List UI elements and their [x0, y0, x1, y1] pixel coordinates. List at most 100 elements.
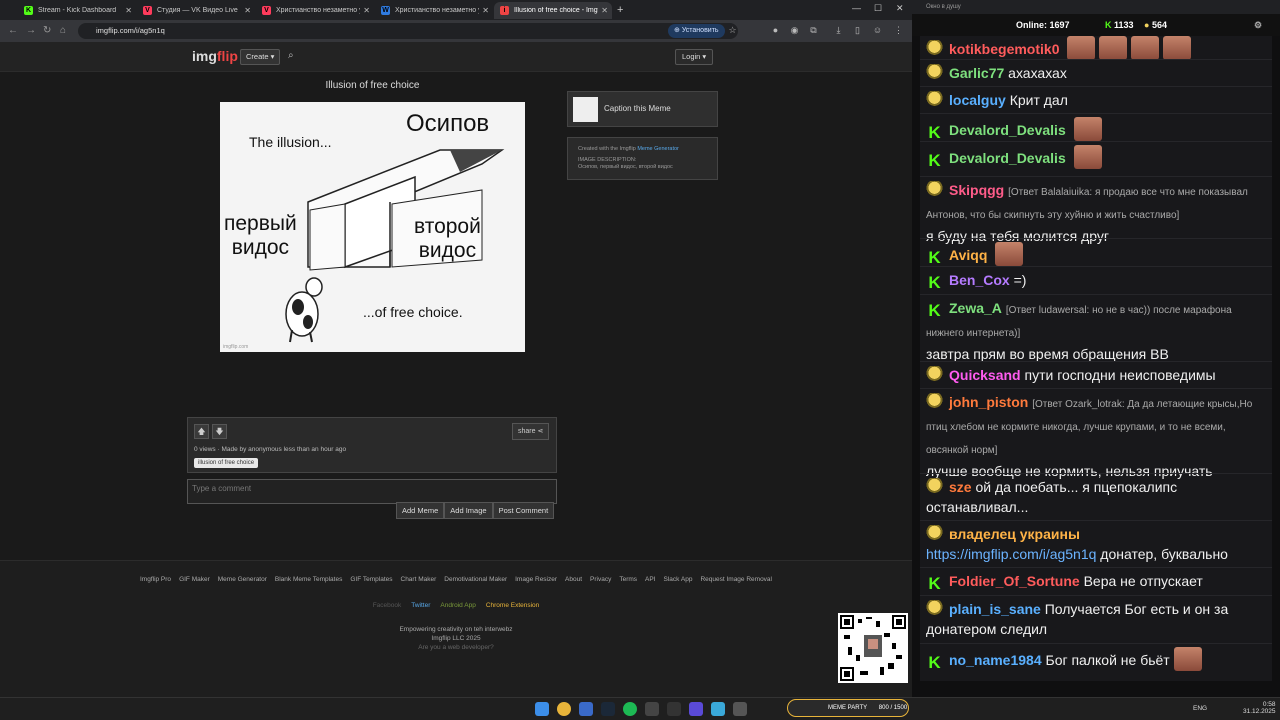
chrome-icon[interactable] — [557, 702, 571, 716]
imgflip-logo[interactable]: imgflip — [192, 48, 238, 64]
minimize-button[interactable]: — — [852, 3, 861, 13]
app-icon[interactable] — [689, 702, 703, 716]
tab-close-icon[interactable]: ✕ — [363, 6, 370, 15]
home-icon[interactable]: ⌂ — [60, 25, 66, 36]
chat-username[interactable]: Devalord_Devalis — [949, 150, 1066, 166]
chat-username[interactable]: plain_is_sane — [949, 601, 1041, 617]
footer-link[interactable]: Privacy — [590, 576, 611, 583]
tab-close-icon[interactable]: ✕ — [125, 6, 132, 15]
obs-icon[interactable] — [645, 702, 659, 716]
chat-username[interactable]: kotikbegemotik0 — [949, 41, 1059, 57]
chat-username[interactable]: no_name1984 — [949, 652, 1042, 668]
tab-close-icon[interactable]: ✕ — [244, 6, 251, 15]
app-icon[interactable] — [733, 702, 747, 716]
meme-generator-link[interactable]: Meme Generator — [637, 146, 679, 152]
chat-username[interactable]: sze — [949, 479, 972, 495]
menu-icon[interactable]: ⋮ — [893, 25, 904, 36]
login-button[interactable]: Login ▾ — [675, 49, 714, 65]
clock[interactable]: 0:58 31.12.2025 — [1243, 701, 1276, 715]
chat-username[interactable]: Zewa_A — [949, 300, 1002, 316]
reload-icon[interactable]: ↻ — [43, 25, 51, 36]
tab-1[interactable]: V Студия — VK Видео Live ✕ — [137, 2, 255, 19]
chat-username[interactable]: localguy — [949, 92, 1006, 108]
downvote-icon[interactable]: 🡇 — [212, 424, 227, 439]
emote-icon — [1067, 36, 1096, 60]
bookmark-star-icon[interactable]: ☆ — [727, 25, 738, 36]
extensions-puzzle-icon[interactable]: ⧉ — [808, 25, 819, 36]
footer-link[interactable]: Terms — [619, 576, 637, 583]
comment-action-button[interactable]: Add Image — [444, 502, 493, 519]
extension-icon[interactable]: ◉ — [789, 25, 800, 36]
tab-2[interactable]: V Христианство незаметно уходит✕ — [256, 2, 374, 19]
discord-icon[interactable] — [579, 702, 593, 716]
url-input[interactable]: imgflip.com/i/ag5n1q — [78, 23, 738, 39]
install-app-button[interactable]: ⊕ Установить — [668, 24, 725, 38]
language-indicator[interactable]: ENG — [1193, 705, 1207, 712]
meme-image[interactable]: The illusion... Осипов первый видос втор… — [220, 102, 525, 352]
footer-link[interactable]: Imgflip Pro — [140, 576, 171, 583]
back-icon[interactable]: ← — [8, 25, 18, 36]
footer-link[interactable]: About — [565, 576, 582, 583]
search-icon[interactable]: ⌕ — [288, 50, 294, 61]
dev-link[interactable]: Are you a web developer? — [0, 643, 912, 652]
chat-username[interactable]: Aviqq — [949, 247, 987, 263]
chat-username[interactable]: Skipqgg — [949, 182, 1004, 198]
view-meta: 0 views · Made by anonymous less than an… — [194, 446, 347, 453]
chat-link[interactable]: https://imgflip.com/i/ag5n1q — [926, 546, 1096, 562]
chat-username[interactable]: Garlic77 — [949, 65, 1004, 81]
footer-link[interactable]: Request Image Removal — [700, 576, 772, 583]
social-link[interactable]: Chrome Extension — [486, 602, 539, 609]
footer-link[interactable]: API — [645, 576, 655, 583]
chat-username[interactable]: Foldier_Of_Sortune — [949, 573, 1080, 589]
close-window-button[interactable]: ✕ — [896, 3, 904, 14]
share-button[interactable]: share ⋖ — [512, 423, 550, 440]
forward-icon[interactable]: → — [26, 25, 36, 36]
comment-action-button[interactable]: Post Comment — [492, 502, 555, 519]
new-tab-button[interactable]: + — [617, 4, 623, 16]
comment-action-button[interactable]: Add Meme — [396, 502, 445, 519]
image-description-label: IMAGE DESCRIPTION: — [578, 157, 637, 163]
footer-link[interactable]: Image Resizer — [515, 576, 557, 583]
chat-window-title: Окно в душу — [912, 0, 1280, 14]
app-icon[interactable] — [667, 702, 681, 716]
coin-icon: ● — [1144, 20, 1150, 30]
tab-close-icon[interactable]: ✕ — [601, 6, 608, 15]
footer-link[interactable]: Blank Meme Templates — [275, 576, 342, 583]
maximize-button[interactable]: ☐ — [874, 3, 882, 14]
download-icon[interactable]: ⤓ — [833, 25, 844, 36]
chat-username[interactable]: владелец украины — [949, 526, 1080, 542]
spotify-icon[interactable] — [623, 702, 637, 716]
steam-icon[interactable] — [601, 702, 615, 716]
address-bar: ← → ↻ ⌂ imgflip.com/i/ag5n1q ⊕ Установит… — [0, 20, 912, 42]
extension-icon[interactable]: ● — [770, 25, 781, 36]
chat-username[interactable]: Ben_Cox — [949, 272, 1010, 288]
footer-link[interactable]: GIF Templates — [350, 576, 392, 583]
profile-icon[interactable]: ☺ — [872, 25, 883, 36]
app-icon[interactable] — [711, 702, 725, 716]
start-icon[interactable] — [535, 702, 549, 716]
settings-icon[interactable]: ⚙ — [1254, 20, 1262, 31]
create-button[interactable]: Create ▾ — [240, 49, 281, 65]
tab-close-icon[interactable]: ✕ — [482, 6, 489, 15]
footer-link[interactable]: GIF Maker — [179, 576, 210, 583]
footer-link[interactable]: Chart Maker — [401, 576, 437, 583]
tab-4[interactable]: i Illusion of free choice - Imgflip ✕ — [494, 2, 612, 19]
social-link[interactable]: Android App — [440, 602, 475, 609]
footer-link[interactable]: Demotivational Maker — [444, 576, 507, 583]
upvote-icon[interactable]: 🡅 — [194, 424, 209, 439]
tab-3[interactable]: W Христианство незаметно уходит✕ — [375, 2, 493, 19]
caption-this-meme-button[interactable]: Caption this Meme — [567, 91, 718, 127]
sidebar-icon[interactable]: ▯ — [852, 25, 863, 36]
footer-link[interactable]: Meme Generator — [218, 576, 267, 583]
kick-badge-icon: K — [928, 574, 941, 593]
footer-link[interactable]: Slack App — [664, 576, 693, 583]
meme-tag[interactable]: illusion of free choice — [194, 458, 259, 468]
chat-username[interactable]: Devalord_Devalis — [949, 122, 1066, 138]
chat-username[interactable]: john_piston — [949, 394, 1028, 410]
social-link[interactable]: Twitter — [411, 602, 430, 609]
tab-0[interactable]: K Stream - Kick Dashboard ✕ — [18, 2, 136, 19]
comment-input[interactable]: Type a comment — [187, 479, 557, 504]
chat-message: K Devalord_Devalis — [920, 113, 1272, 144]
chat-username[interactable]: Quicksand — [949, 367, 1021, 383]
social-link[interactable]: Facebook — [373, 602, 402, 609]
